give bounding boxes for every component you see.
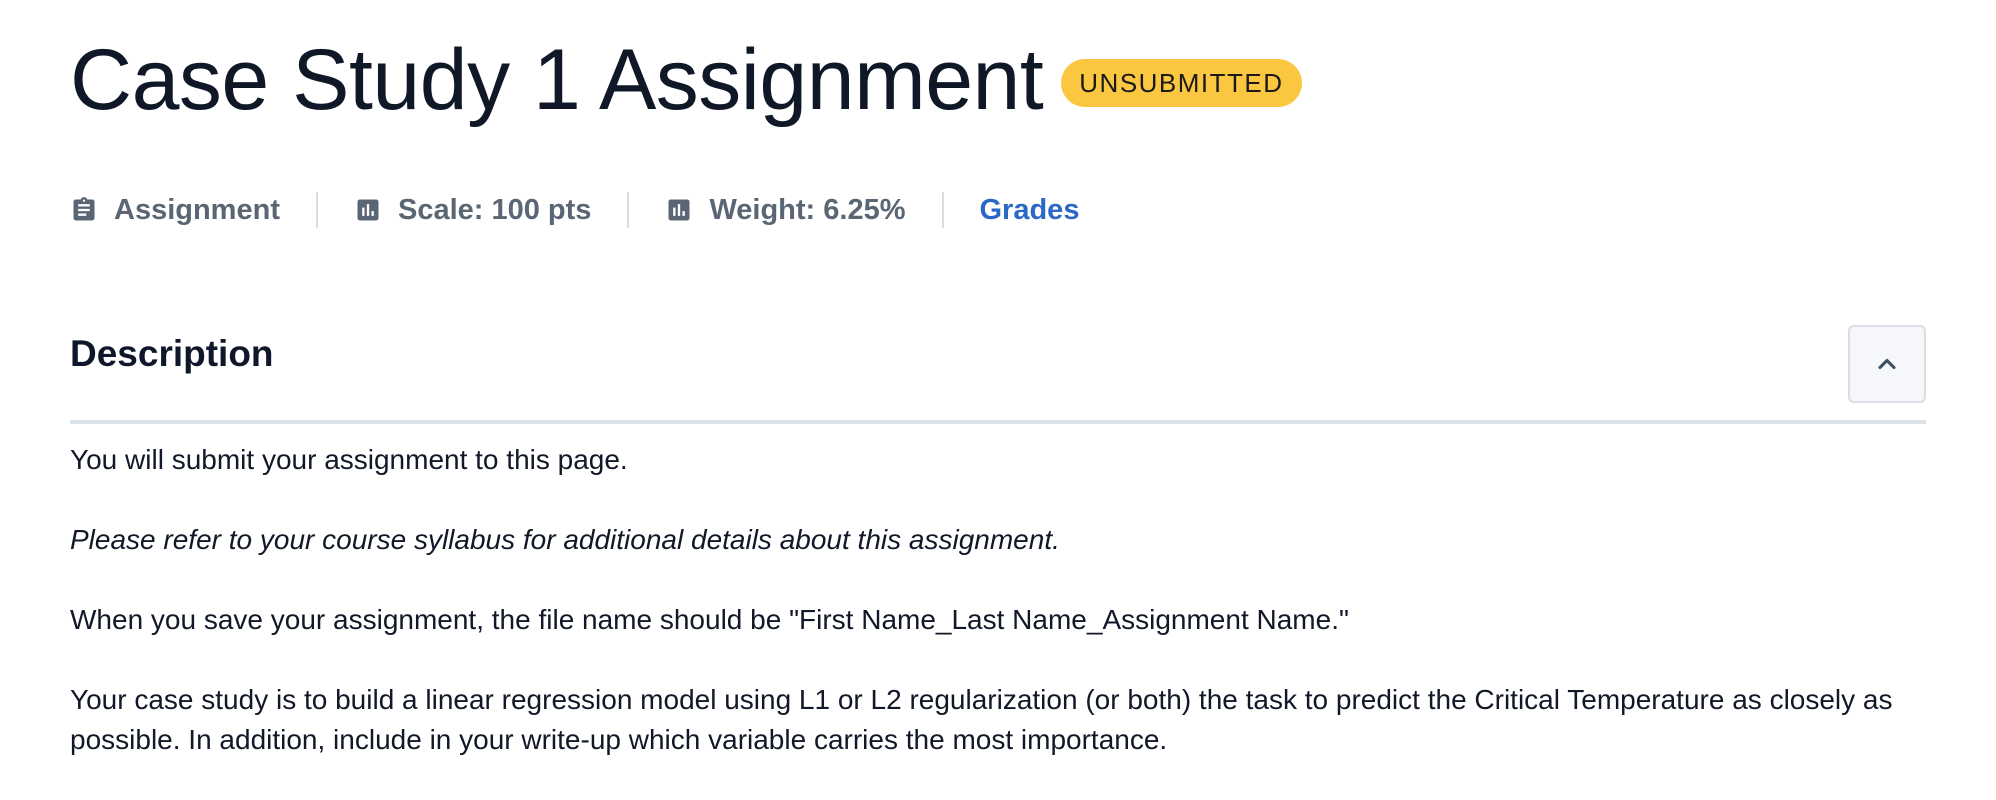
description-paragraph: Your case study is to build a linear reg… xyxy=(70,684,1893,755)
meta-scale: Scale: 100 pts xyxy=(354,194,591,227)
description-body: You will submit your assignment to this … xyxy=(70,440,1930,800)
meta-weight: Weight: 6.25% xyxy=(665,193,906,227)
grades-link[interactable]: Grades xyxy=(980,194,1080,227)
description-paragraph: Please refer to your course syllabus for… xyxy=(70,524,1060,555)
description-heading: Description xyxy=(70,333,274,374)
meta-divider xyxy=(627,192,630,228)
clipboard-icon xyxy=(70,196,98,224)
meta-scale-label: Scale: 100 pts xyxy=(397,193,592,226)
meta-divider xyxy=(315,192,318,228)
page-title: Case Study 1 Assignment xyxy=(70,32,1044,128)
collapse-description-button[interactable] xyxy=(1848,325,1926,403)
meta-weight-label: Weight: 6.25% xyxy=(709,193,906,226)
assignment-page: Case Study 1 Assignment UNSUBMITTED Assi… xyxy=(0,0,1996,800)
bar-chart-icon xyxy=(354,196,382,224)
description-paragraph: When you save your assignment, the file … xyxy=(70,604,1349,635)
meta-type-label: Assignment xyxy=(114,193,280,226)
chevron-up-icon xyxy=(1873,350,1901,378)
status-badge: UNSUBMITTED xyxy=(1061,59,1302,107)
meta-type: Assignment xyxy=(70,194,280,227)
meta-divider xyxy=(941,192,944,228)
assignment-meta-row: Assignment Scale: 100 pts Weight: 6.25% … xyxy=(70,186,1079,234)
bar-chart-icon xyxy=(665,196,693,224)
description-header: Description xyxy=(70,322,1926,424)
description-paragraph: You will submit your assignment to this … xyxy=(70,444,628,475)
title-row: Case Study 1 Assignment UNSUBMITTED xyxy=(70,28,1302,132)
